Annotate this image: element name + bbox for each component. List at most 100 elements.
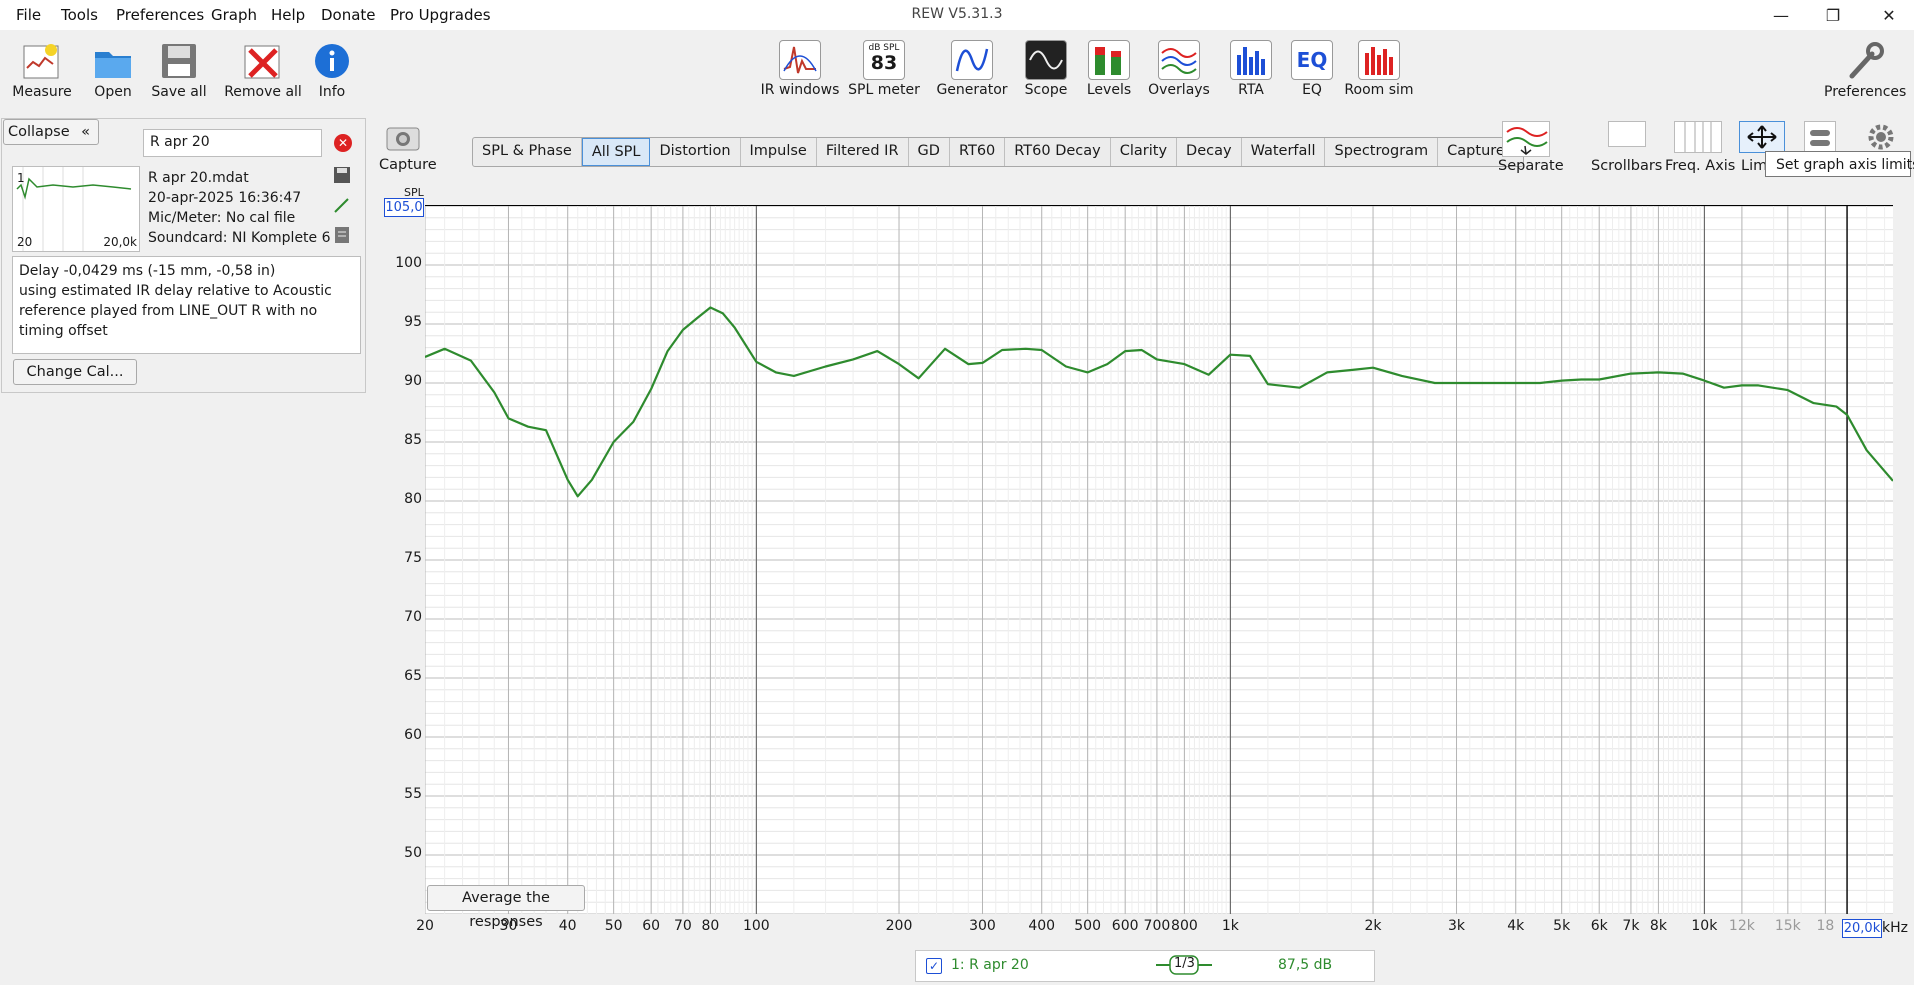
measurement-date: 20-apr-2025 16:36:47 [148,190,302,206]
x-max-field[interactable]: 20,0k [1842,919,1882,938]
x-tick-label: 80 [701,918,720,934]
tab-rt60-decay[interactable]: RT60 Decay [1005,138,1111,166]
minimize-button[interactable]: — [1758,0,1804,30]
limits-tooltip: Set graph axis limits [1765,151,1914,177]
notes-icon[interactable] [333,226,351,244]
legend-checkbox[interactable]: ✓ [926,958,942,974]
thumbnail-index: 1 [17,171,25,185]
x-tick-label: 800 [1171,918,1198,934]
spl-meter-button[interactable]: dB SPL 83 SPL meter [844,40,924,110]
menu-file[interactable]: File [16,6,41,26]
tab-distortion[interactable]: Distortion [650,138,741,166]
menu-help[interactable]: Help [271,6,305,26]
generator-icon [951,40,993,80]
x-tick-label: 7k [1622,918,1640,934]
tab-all-spl[interactable]: All SPL [581,138,651,166]
menu-preferences[interactable]: Preferences [116,6,204,26]
x-tick-label: 600 [1111,918,1139,934]
average-responses-button[interactable]: Average the responses [427,885,585,930]
freq-axis-icon[interactable] [1674,121,1722,153]
x-tick-label: 400 [1028,918,1056,934]
freq-axis-label: Freq. Axis [1665,158,1736,174]
remove-measurement-icon[interactable]: ✕ [334,134,352,152]
x-tick-label: 8k [1649,918,1667,934]
limits-icon[interactable] [1739,121,1785,153]
restore-button[interactable]: ❐ [1810,0,1856,30]
levels-button[interactable]: Levels [1069,40,1149,110]
separate-icon[interactable] [1502,121,1550,157]
save-all-button[interactable]: Save all [139,40,219,110]
capture-label[interactable]: Capture [379,157,437,173]
tab-filtered-ir[interactable]: Filtered IR [817,138,909,166]
gear-icon[interactable] [1866,122,1896,152]
scrollbars-icon[interactable] [1608,121,1646,147]
legend-level: 87,5 dB [1278,957,1333,973]
tab-clarity[interactable]: Clarity [1111,138,1178,166]
x-tick-label: 1k [1221,918,1239,934]
y-tick-label: 80 [404,491,422,507]
x-tick-label: 4k [1507,918,1525,934]
x-tick-label: 15k [1774,918,1801,934]
menu-donate[interactable]: Donate [321,6,376,26]
x-tick-label: 3k [1447,918,1466,934]
y-tick-label: 75 [404,550,422,566]
tab-decay[interactable]: Decay [1177,138,1242,166]
menu-graph[interactable]: Graph [211,6,257,26]
generator-button[interactable]: Generator [932,40,1012,110]
y-tick-label: 70 [404,609,422,625]
smoothing-control[interactable]: 1/3 [1156,955,1212,975]
tab-rt60[interactable]: RT60 [950,138,1006,166]
rta-icon [1230,40,1272,80]
stack-icon[interactable] [1804,121,1836,153]
spl-chart [424,205,1894,915]
save-icon [158,40,200,82]
close-button[interactable]: ✕ [1866,0,1912,30]
ir-windows-button[interactable]: IR windows [760,40,840,110]
levels-icon [1088,40,1130,80]
tab-gd[interactable]: GD [909,138,950,166]
remove-all-button[interactable]: Remove all [223,40,303,110]
info-icon [311,40,353,82]
measure-button[interactable]: Measure [2,40,82,110]
y-tick-label: 90 [404,373,422,389]
restore-icon: ❐ [1825,5,1841,25]
x-tick-label: 40 [558,918,577,934]
delay-text: Delay -0,0429 ms (-15 mm, -0,58 in) [19,263,276,279]
legend-row: ✓ 1: R apr 20 1/3 87,5 dB [915,950,1375,982]
y-max-field[interactable]: 105,0 [384,198,424,217]
x-tick-label: 200 [885,918,913,934]
menu-tools[interactable]: Tools [61,6,98,26]
pen-icon[interactable] [333,196,351,214]
measurement-thumbnail[interactable]: 1 20 20,0k [12,166,140,252]
tab-spectrogram[interactable]: Spectrogram [1325,138,1439,166]
measurement-name-field[interactable]: R apr 20 [143,129,322,157]
menu-pro-upgrades[interactable]: Pro Upgrades [390,6,491,26]
limits-label: Lim [1741,158,1768,174]
y-tick-label: 65 [404,668,422,684]
camera-icon[interactable] [383,122,423,158]
ir-windows-icon [779,40,821,80]
thumbnail-x-start: 20 [17,235,33,249]
overlays-button[interactable]: Overlays [1139,40,1219,110]
title-bar: File Tools Preferences Graph Help Donate… [0,0,1914,30]
eq-icon: EQ [1291,40,1333,80]
y-tick-label: 95 [404,314,422,330]
x-tick-label: 500 [1074,918,1102,934]
change-cal-button[interactable]: Change Cal... [13,359,137,385]
smoothing-label: 1/3 [1174,956,1195,971]
separate-label: Separate [1498,158,1564,174]
x-tick-label: 100 [742,918,770,934]
save-measurement-icon[interactable] [333,166,351,184]
tab-waterfall[interactable]: Waterfall [1242,138,1326,166]
info-button[interactable]: Info [292,40,372,110]
tab-spl-phase[interactable]: SPL & Phase [473,138,582,166]
wrench-icon [1844,40,1886,82]
preferences-button[interactable]: Preferences [1824,40,1906,110]
tab-impulse[interactable]: Impulse [741,138,817,166]
x-tick-label: 60 [642,918,661,934]
y-tick-label: 100 [395,255,422,271]
scrollbars-label: Scrollbars [1591,158,1663,174]
minimize-icon: — [1773,5,1789,25]
spl-graph[interactable] [424,205,1894,915]
room-sim-button[interactable]: Room sim [1339,40,1419,110]
